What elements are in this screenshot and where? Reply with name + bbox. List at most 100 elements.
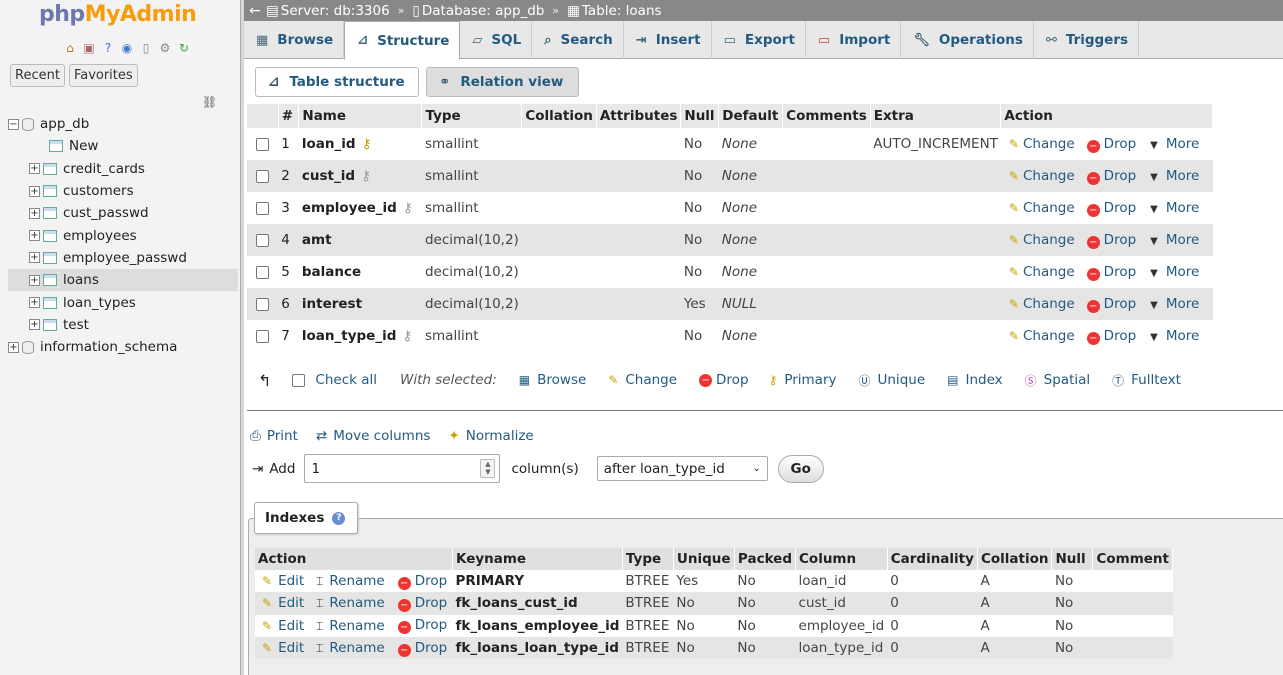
link-with-main-panel-icon[interactable]: ⛓ bbox=[202, 95, 217, 109]
bulk-change-button[interactable]: ✎ Change bbox=[608, 372, 677, 388]
settings-gear-icon[interactable]: ⚙ bbox=[157, 40, 173, 56]
number-stepper[interactable]: ▲ ▼ bbox=[480, 459, 496, 478]
tree-item-test[interactable]: + test bbox=[8, 314, 238, 336]
col-header-collation[interactable]: Collation bbox=[521, 104, 597, 128]
col-header-default[interactable]: Default bbox=[718, 104, 784, 128]
edit-link[interactable]: ✎ Edit bbox=[262, 618, 304, 634]
row-checkbox[interactable] bbox=[256, 233, 270, 247]
favorites-tab[interactable]: Favorites bbox=[68, 64, 138, 87]
recent-tab[interactable]: Recent bbox=[10, 64, 65, 87]
expand-icon[interactable]: + bbox=[29, 274, 40, 286]
expand-icon[interactable]: + bbox=[29, 297, 40, 309]
row-checkbox[interactable] bbox=[256, 297, 270, 311]
sql-docs-icon[interactable]: ▯ bbox=[138, 40, 154, 56]
tab-operations[interactable]: 🔧︎ Operations bbox=[901, 21, 1034, 59]
bulk-browse-button[interactable]: ▦ Browse bbox=[519, 372, 587, 388]
column-position-select[interactable]: after loan_type_id ⌄ bbox=[596, 456, 768, 481]
tree-item-employees[interactable]: + employees bbox=[8, 224, 238, 246]
change-link[interactable]: ✎ Change bbox=[1009, 328, 1075, 344]
drop-link[interactable]: − Drop bbox=[397, 595, 447, 612]
row-checkbox[interactable] bbox=[256, 329, 270, 343]
subtab-relation-view[interactable]: ⚭ Relation view bbox=[426, 67, 579, 97]
edit-link[interactable]: ✎ Edit bbox=[262, 573, 304, 589]
check-all-label[interactable]: Check all bbox=[315, 372, 377, 388]
drop-link[interactable]: − Drop bbox=[397, 573, 447, 590]
home-icon[interactable]: ⌂ bbox=[62, 40, 78, 56]
tab-sql[interactable]: ▱ SQL bbox=[460, 21, 533, 59]
expand-icon[interactable]: + bbox=[29, 207, 40, 219]
tab-insert[interactable]: ⇥ Insert bbox=[624, 21, 712, 59]
go-button[interactable]: Go bbox=[777, 454, 824, 483]
tree-item-app-db[interactable]: − app_db bbox=[8, 113, 238, 135]
bulk-fulltext-button[interactable]: Ⓣ Fulltext bbox=[1112, 372, 1181, 389]
more-dropdown[interactable]: ▼ More bbox=[1150, 200, 1199, 216]
rename-link[interactable]: ⌶ Rename bbox=[316, 618, 385, 634]
more-dropdown[interactable]: ▼ More bbox=[1150, 264, 1199, 280]
col-header-num[interactable]: # bbox=[278, 104, 300, 128]
expand-icon[interactable]: + bbox=[29, 319, 40, 331]
breadcrumb-server[interactable]: ▤ Server: db:3306 bbox=[266, 3, 390, 19]
tree-item-loan-types[interactable]: + loan_types bbox=[8, 291, 238, 313]
move-columns-link[interactable]: ⇄ Move columns bbox=[316, 428, 431, 444]
collapse-icon[interactable]: − bbox=[8, 118, 19, 130]
drop-link[interactable]: − Drop bbox=[1086, 168, 1136, 185]
print-link[interactable]: ⎙ Print bbox=[250, 428, 298, 444]
change-link[interactable]: ✎ Change bbox=[1009, 232, 1075, 248]
tree-item-new[interactable]: New bbox=[8, 135, 238, 157]
expand-icon[interactable]: + bbox=[29, 230, 40, 242]
col-header-name[interactable]: Name bbox=[298, 104, 423, 128]
change-link[interactable]: ✎ Change bbox=[1009, 296, 1075, 312]
col-header-extra[interactable]: Extra bbox=[870, 104, 1002, 128]
row-checkbox[interactable] bbox=[256, 169, 270, 183]
more-dropdown[interactable]: ▼ More bbox=[1150, 232, 1199, 248]
change-link[interactable]: ✎ Change bbox=[1009, 136, 1075, 152]
tab-export[interactable]: ▭ Export bbox=[712, 21, 806, 59]
column-count-input[interactable]: 1 ▲ ▼ bbox=[304, 454, 501, 483]
tree-item-cust-passwd[interactable]: + cust_passwd bbox=[8, 202, 238, 224]
expand-icon[interactable]: + bbox=[29, 252, 40, 264]
col-header-null[interactable]: Null bbox=[680, 104, 720, 128]
reload-icon[interactable]: ↻ bbox=[176, 40, 192, 56]
breadcrumb-table[interactable]: ▦ Table: loans bbox=[567, 3, 661, 19]
drop-link[interactable]: − Drop bbox=[397, 617, 447, 635]
change-link[interactable]: ✎ Change bbox=[1009, 168, 1075, 184]
breadcrumb-database[interactable]: ▯ Database: app_db bbox=[412, 3, 544, 19]
rename-link[interactable]: ⌶ Rename bbox=[316, 595, 385, 611]
drop-link[interactable]: − Drop bbox=[1086, 200, 1136, 217]
phpmyadmin-logo[interactable]: phpMyAdmin bbox=[39, 2, 197, 27]
more-dropdown[interactable]: ▼ More bbox=[1150, 168, 1199, 184]
col-header-comments[interactable]: Comments bbox=[782, 104, 871, 128]
col-header-type[interactable]: Type bbox=[421, 104, 523, 128]
drop-link[interactable]: − Drop bbox=[1086, 232, 1136, 249]
tab-browse[interactable]: ▦ Browse bbox=[244, 21, 345, 59]
tree-item-information-schema[interactable]: + information_schema bbox=[8, 336, 238, 358]
expand-icon[interactable]: + bbox=[29, 163, 40, 175]
nav-resizer[interactable] bbox=[241, 0, 244, 675]
more-dropdown[interactable]: ▼ More bbox=[1150, 296, 1199, 312]
drop-link[interactable]: − Drop bbox=[1086, 296, 1136, 313]
docs-icon[interactable]: ◉ bbox=[119, 40, 135, 56]
rename-link[interactable]: ⌶ Rename bbox=[316, 573, 385, 589]
edit-link[interactable]: ✎ Edit bbox=[262, 640, 304, 656]
more-dropdown[interactable]: ▼ More bbox=[1150, 328, 1199, 344]
expand-icon[interactable]: + bbox=[8, 341, 19, 353]
bulk-drop-button[interactable]: − Drop bbox=[699, 372, 749, 388]
tab-search[interactable]: ⌕ Search bbox=[532, 21, 624, 59]
expand-icon[interactable]: + bbox=[29, 185, 40, 197]
tree-item-credit-cards[interactable]: + credit_cards bbox=[8, 158, 238, 180]
bulk-index-button[interactable]: ▤ Index bbox=[947, 372, 1003, 388]
bulk-primary-button[interactable]: ⚷ Primary bbox=[769, 372, 837, 388]
tab-import[interactable]: ▭ Import bbox=[806, 21, 902, 59]
help-icon[interactable]: ? bbox=[100, 40, 116, 56]
tree-item-employee-passwd[interactable]: + employee_passwd bbox=[8, 247, 238, 269]
tab-triggers[interactable]: ⚯ Triggers bbox=[1034, 21, 1140, 59]
bulk-unique-button[interactable]: Ⓤ Unique bbox=[858, 372, 925, 389]
row-checkbox[interactable] bbox=[256, 201, 270, 215]
drop-link[interactable]: − Drop bbox=[1086, 136, 1136, 153]
row-checkbox[interactable] bbox=[256, 265, 270, 279]
bulk-spatial-button[interactable]: Ⓢ Spatial bbox=[1025, 372, 1091, 389]
row-checkbox[interactable] bbox=[256, 137, 270, 151]
collapse-arrow-icon[interactable]: ← bbox=[244, 3, 266, 19]
help-icon[interactable]: ? bbox=[332, 511, 346, 525]
tree-item-customers[interactable]: + customers bbox=[8, 180, 238, 202]
